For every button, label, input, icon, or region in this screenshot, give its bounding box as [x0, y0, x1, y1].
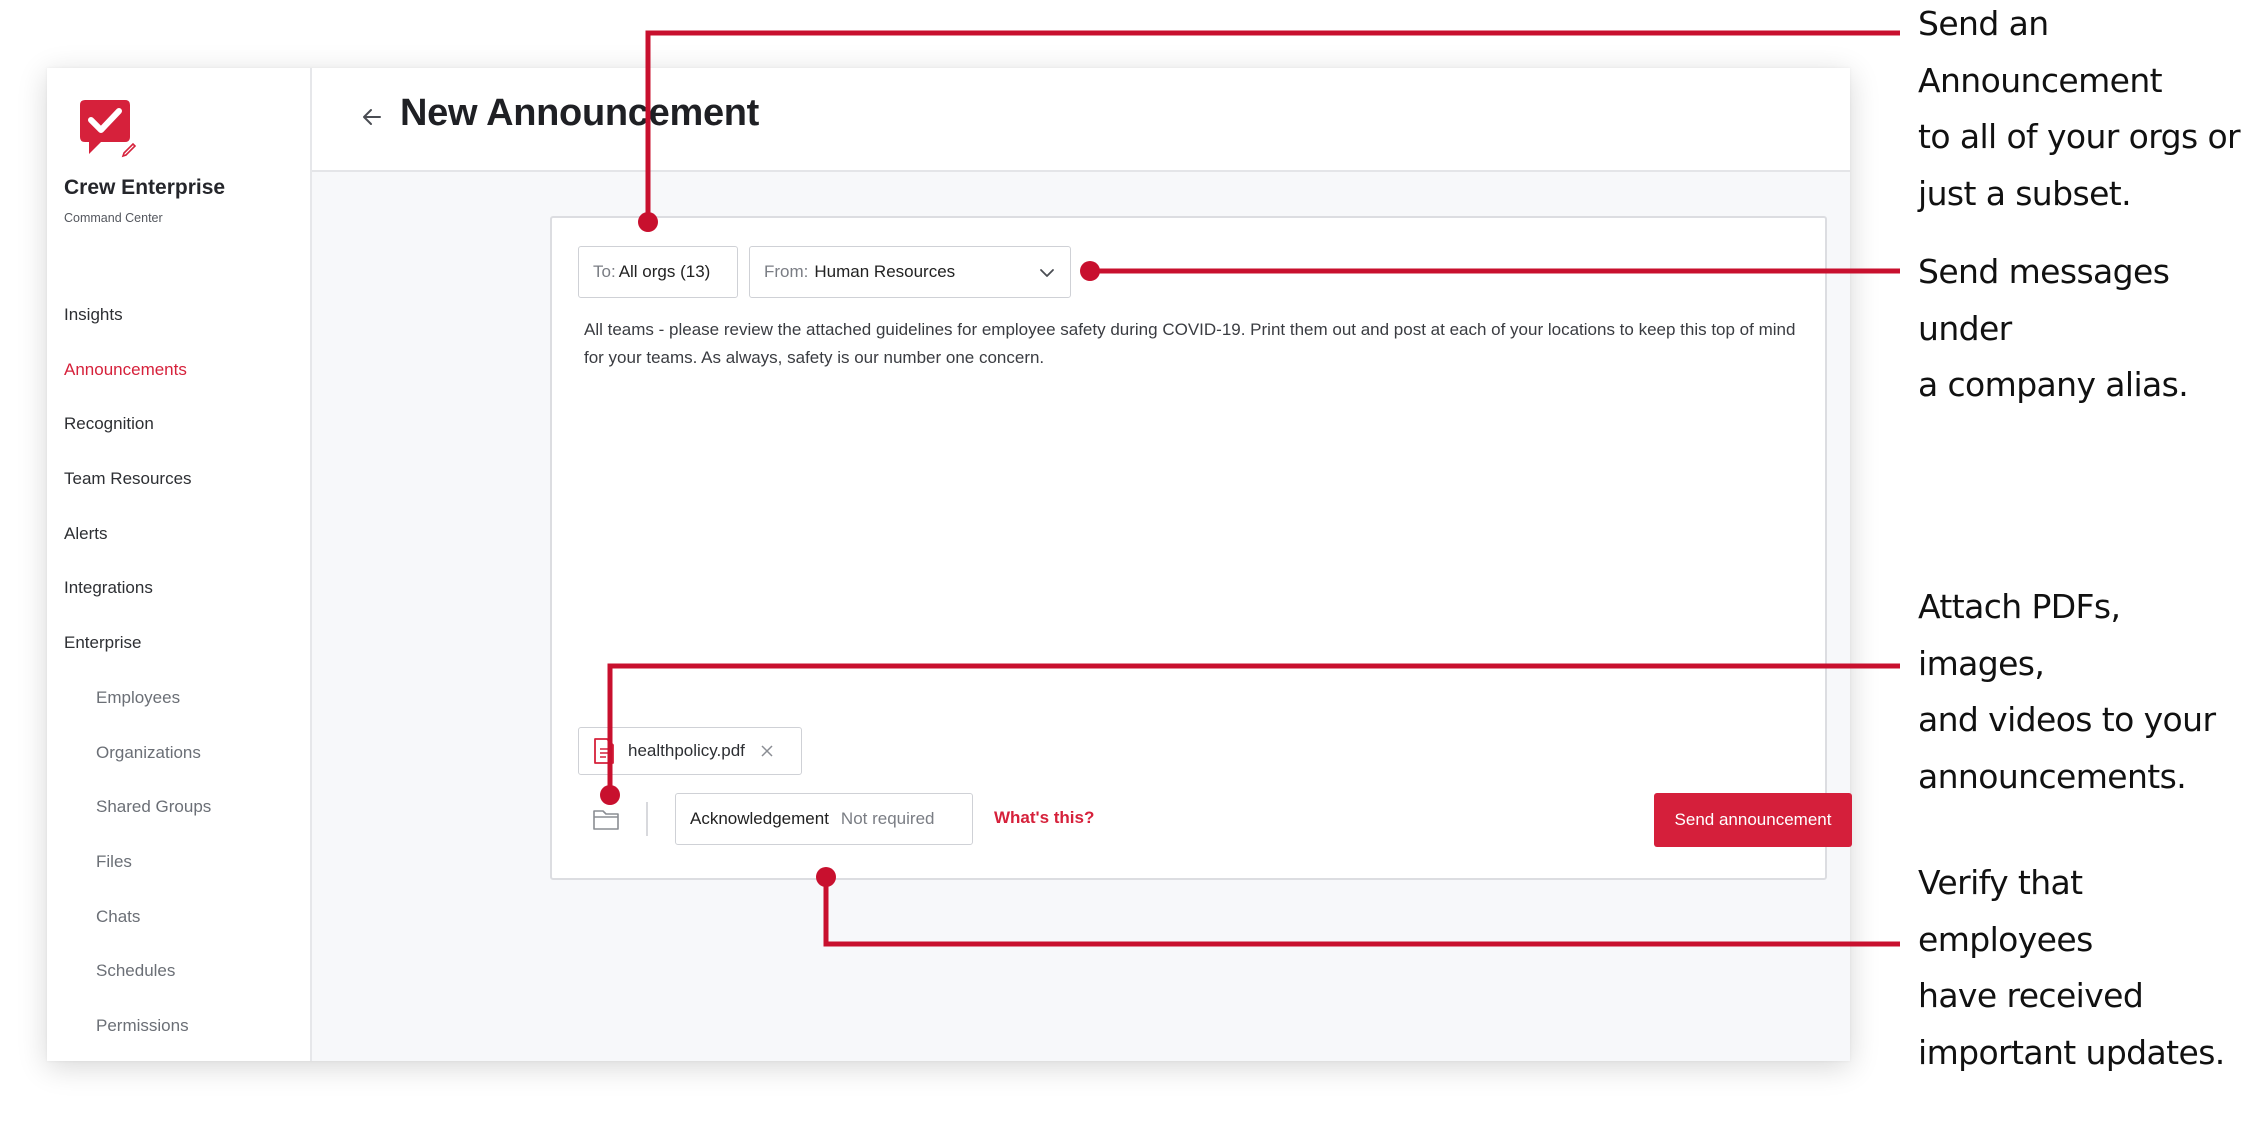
sidebar-item-team-resources[interactable]: Team Resources [47, 452, 310, 507]
ack-value: Not required [840, 809, 935, 828]
whats-this-link[interactable]: What's this? [994, 808, 1094, 828]
to-label: To: [593, 262, 616, 281]
sidebar-item-chats[interactable]: Chats [47, 890, 310, 945]
message-body[interactable]: All teams - please review the attached g… [584, 316, 1809, 371]
attachment-chip: healthpolicy.pdf [578, 727, 802, 775]
checkmark-chat-bubble-icon [80, 100, 137, 158]
toolbar-divider [646, 802, 648, 836]
sidebar-nav: Insights Announcements Recognition Team … [47, 288, 310, 1054]
sidebar: Crew Enterprise Command Center Insights … [47, 68, 312, 1061]
ack-label: Acknowledgement [690, 809, 829, 828]
sidebar-item-recognition[interactable]: Recognition [47, 397, 310, 452]
acknowledgement-selector[interactable]: Acknowledgement Not required [675, 793, 973, 845]
to-value: All orgs (13) [618, 262, 711, 281]
sidebar-item-enterprise[interactable]: Enterprise [47, 616, 310, 671]
back-arrow-icon[interactable] [360, 105, 384, 129]
sidebar-item-organizations[interactable]: Organizations [47, 726, 310, 781]
sidebar-item-alerts[interactable]: Alerts [47, 507, 310, 562]
sidebar-item-files[interactable]: Files [47, 835, 310, 890]
attachment-name: healthpolicy.pdf [628, 741, 745, 760]
folder-icon[interactable] [592, 807, 620, 831]
from-label: From: [764, 262, 809, 281]
callout-acknowledgement: Verify that employees have received impo… [1918, 863, 2225, 1072]
page-title: New Announcement [400, 92, 760, 134]
callout-recipients: Send an Announcement to all of your orgs… [1918, 4, 2241, 213]
callout-attachments: Attach PDFs, images, and videos to your … [1918, 587, 2216, 796]
sidebar-item-schedules[interactable]: Schedules [47, 944, 310, 999]
close-icon[interactable] [759, 743, 775, 759]
chevron-down-icon [1040, 269, 1054, 277]
brand-subtitle: Command Center [64, 211, 163, 225]
recipients-selector[interactable]: To: All orgs (13) [578, 246, 738, 298]
from-value: Human Resources [814, 262, 956, 281]
sidebar-item-integrations[interactable]: Integrations [47, 561, 310, 616]
sidebar-item-permissions[interactable]: Permissions [47, 999, 310, 1054]
brand-title: Crew Enterprise [64, 176, 226, 199]
callout-alias: Send messages under a company alias. [1918, 252, 2189, 404]
sender-alias-dropdown[interactable]: From: Human Resources [749, 246, 1071, 298]
sidebar-item-insights[interactable]: Insights [47, 288, 310, 343]
document-icon [594, 738, 614, 764]
send-announcement-button[interactable]: Send announcement [1654, 793, 1852, 847]
app-window: Crew Enterprise Command Center Insights … [47, 68, 1852, 1061]
sidebar-item-announcements[interactable]: Announcements [47, 343, 310, 398]
page-header: New Announcement [312, 68, 1850, 172]
sidebar-item-employees[interactable]: Employees [47, 671, 310, 726]
announcement-composer: To: All orgs (13) From: Human Resources … [550, 216, 1852, 880]
sidebar-item-shared-groups[interactable]: Shared Groups [47, 780, 310, 835]
